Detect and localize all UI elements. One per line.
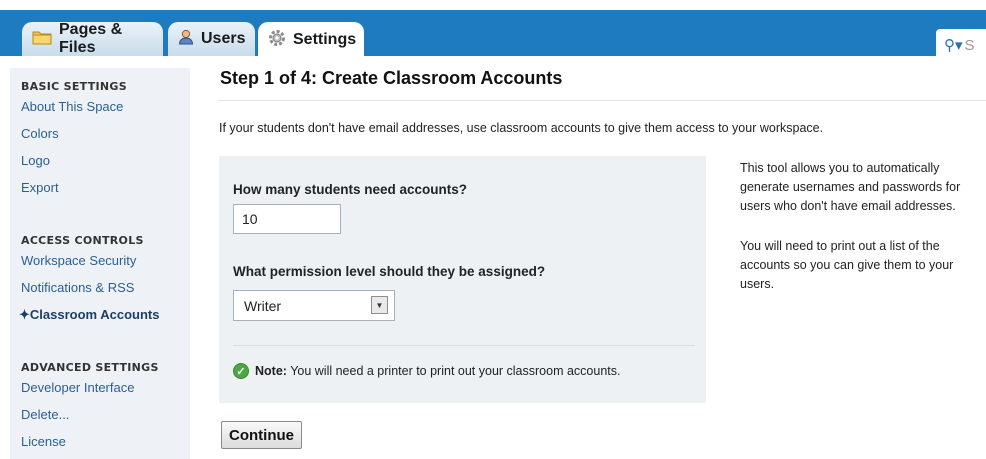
continue-button[interactable]: Continue <box>221 421 302 449</box>
permission-selected-value: Writer <box>244 297 282 314</box>
sidebar-item-delete[interactable]: Delete... <box>21 407 69 422</box>
search-icon: ⚲▾ <box>944 37 963 54</box>
sidebar-item-classroom-accounts[interactable]: ✦Classroom Accounts <box>19 307 159 323</box>
note-label: Note: <box>255 364 287 378</box>
tab-label: Pages & Files <box>59 21 123 56</box>
form-panel: How many students need accounts? What pe… <box>219 156 706 403</box>
top-tab-bar: Pages & Files Users Settings ⚲▾ S <box>0 0 986 66</box>
note-text: You will need a printer to print out you… <box>286 364 621 378</box>
sidebar-item-logo[interactable]: Logo <box>21 153 50 168</box>
gear-icon <box>268 29 286 52</box>
intro-text: If your students don't have email addres… <box>219 121 824 135</box>
printer-note: ✓ Note: You will need a printer to print… <box>233 363 620 379</box>
sidebar-item-license[interactable]: License <box>21 434 66 449</box>
tab-users[interactable]: Users <box>168 22 255 56</box>
permission-select[interactable]: Writer ▼ <box>233 290 395 321</box>
tab-settings[interactable]: Settings <box>258 22 364 66</box>
sidebar-item-label: Classroom Accounts <box>29 307 160 322</box>
panel-divider <box>233 345 695 346</box>
title-divider <box>218 100 986 101</box>
user-icon <box>178 29 194 50</box>
sidebar-item-colors[interactable]: Colors <box>21 126 59 141</box>
sidebar-heading-advanced: ADVANCED SETTINGS <box>21 361 159 374</box>
current-marker-icon: ✦ <box>19 307 30 322</box>
tab-label: Settings <box>293 31 357 48</box>
sidebar-item-about[interactable]: About This Space <box>21 99 123 114</box>
search-box[interactable]: ⚲▾ S <box>936 29 986 61</box>
sidebar-heading-access: ACCESS CONTROLS <box>21 234 144 247</box>
tab-label: Users <box>201 30 246 47</box>
search-placeholder: S <box>964 36 975 54</box>
dropdown-arrow-icon[interactable]: ▼ <box>371 296 388 314</box>
sidebar-item-notifications[interactable]: Notifications & RSS <box>21 280 134 295</box>
count-question: How many students need accounts? <box>233 182 468 197</box>
sidebar-heading-basic: BASIC SETTINGS <box>21 80 127 93</box>
permission-question: What permission level should they be ass… <box>233 264 546 279</box>
folder-icon <box>32 29 52 50</box>
sidebar-item-workspace-security[interactable]: Workspace Security <box>21 253 136 268</box>
settings-sidebar: BASIC SETTINGS About This Space Colors L… <box>10 68 190 459</box>
sidebar-item-developer[interactable]: Developer Interface <box>21 380 134 395</box>
help-text-2: You will need to print out a list of the… <box>740 239 954 291</box>
sidebar-item-export[interactable]: Export <box>21 180 59 195</box>
student-count-input[interactable] <box>233 204 341 234</box>
checkmark-icon: ✓ <box>233 363 249 379</box>
help-text-1: This tool allows you to automatically ge… <box>740 161 961 213</box>
tab-pages-files[interactable]: Pages & Files <box>22 21 163 56</box>
page-title: Step 1 of 4: Create Classroom Accounts <box>220 68 563 88</box>
